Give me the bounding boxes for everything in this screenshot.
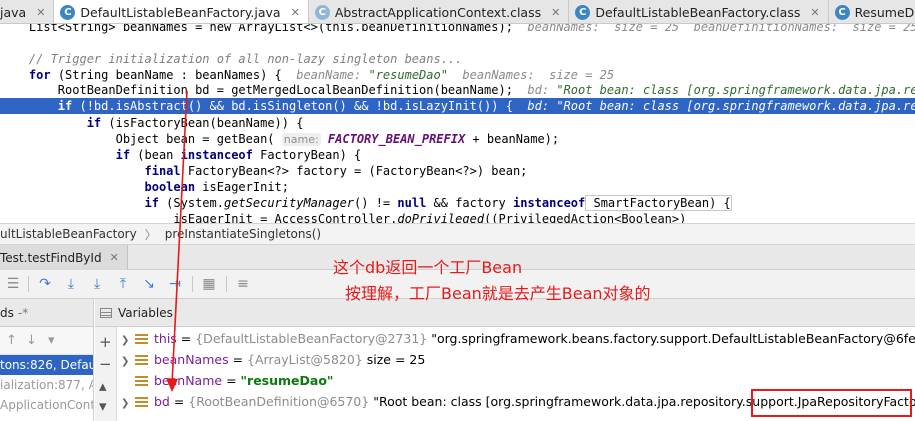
code-line: if (System.getSecurityManager() != null …	[144, 195, 732, 211]
frames-header[interactable]: ds -*	[0, 299, 93, 327]
up-arrow-icon[interactable]: ▴	[99, 377, 107, 395]
evaluate-expression-icon[interactable]: ▦	[200, 275, 218, 293]
run-to-cursor-icon[interactable]: ⇥	[166, 275, 184, 293]
close-icon[interactable]: ✕	[551, 6, 560, 19]
breadcrumb-method[interactable]: preInstantiateSingletons()	[165, 227, 321, 241]
variables-icon	[100, 307, 112, 318]
tab-label: AbstractApplicationContext.class	[334, 4, 542, 20]
tab-java-partial[interactable]: java ✕	[0, 0, 55, 23]
tab-label: ResumeDaoTest.java	[854, 4, 915, 20]
filter-icon[interactable]: ▾	[48, 333, 55, 348]
code-line: final FactoryBean<?> factory = (FactoryB…	[144, 164, 528, 178]
code-line: List<String> beanNames = new ArrayList<>…	[28, 24, 915, 34]
variable-row-bd[interactable]: ❯ bd = {RootBeanDefinition@6570} "Root be…	[117, 391, 915, 413]
debug-session-tab[interactable]: Test.testFindById ✕	[0, 245, 128, 270]
code-line: RootBeanDefinition bd = getMergedLocalBe…	[57, 83, 915, 97]
tab-default-listable-bean-factory-class[interactable]: C DefaultListableBeanFactory.class ✕	[569, 0, 829, 23]
close-icon[interactable]: ✕	[291, 6, 300, 19]
remove-watch-icon[interactable]: −	[99, 355, 112, 373]
class-icon: C	[60, 4, 76, 20]
editor-tab-bar: java ✕ C DefaultListableBeanFactory.java…	[0, 0, 915, 24]
close-icon[interactable]: ✕	[36, 6, 45, 19]
tab-label: DefaultListableBeanFactory.class	[595, 4, 801, 20]
step-over-icon[interactable]: ↷	[36, 275, 54, 293]
code-editor[interactable]: List<String> beanNames = new ArrayList<>…	[0, 24, 915, 223]
frames-toolbar: ↑ ↓ ▾	[0, 327, 93, 355]
frame-row[interactable]: tons:826, Default	[0, 355, 93, 375]
drop-frame-icon[interactable]: ↘	[140, 275, 158, 293]
down-arrow-icon[interactable]: ▾	[99, 397, 107, 415]
code-line: if (bean instanceof FactoryBean) {	[115, 148, 362, 162]
frames-header-label: ds	[0, 305, 14, 320]
variables-side-toolbar: + − ▴ ▾	[95, 327, 117, 421]
field-icon	[135, 375, 148, 387]
abstract-class-icon: C	[314, 4, 330, 20]
variables-panel: Variables + − ▴ ▾ ❯ this = {DefaultListab…	[95, 299, 915, 421]
close-icon[interactable]: ✕	[810, 6, 819, 19]
tab-label: java	[0, 4, 27, 20]
down-arrow-icon[interactable]: ↓	[26, 333, 37, 348]
variables-header-label: Variables	[118, 305, 173, 320]
frame-row[interactable]: ApplicationCont	[0, 395, 93, 415]
code-line: isEagerInit = AccessController.doPrivile…	[173, 212, 687, 223]
code-line: // Trigger initialization of all non-laz…	[28, 52, 463, 66]
tab-default-listable-bean-factory-java[interactable]: C DefaultListableBeanFactory.java ✕	[54, 0, 309, 23]
toolbar-separator	[192, 276, 193, 292]
frame-row[interactable]: ialization:877, Al	[0, 375, 93, 395]
breadcrumb: ultListableBeanFactory 〉 preInstantiateS…	[0, 223, 915, 245]
toolbar-separator	[28, 276, 29, 292]
tab-label: DefaultListableBeanFactory.java	[80, 4, 281, 20]
field-icon	[135, 396, 148, 408]
tab-abstract-application-context-class[interactable]: C AbstractApplicationContext.class ✕	[309, 0, 570, 23]
code-line: Object bean = getBean( name: FACTORY_BEA…	[115, 132, 560, 146]
code-line: boolean isEagerInit;	[144, 180, 290, 194]
code-line: if (isFactoryBean(beanName)) {	[86, 116, 304, 130]
debug-session-label: Test.testFindById	[0, 250, 102, 265]
annotation-text-2: 按理解，工厂Bean就是去产生Bean对象的	[345, 284, 651, 303]
pin-icon[interactable]: -*	[18, 306, 28, 320]
toolbar-separator	[226, 276, 227, 292]
class-icon: C	[575, 4, 591, 20]
code-line: for (String beanName : beanNames) { bean…	[28, 68, 615, 82]
current-execution-line: if (!bd.isAbstract() && bd.isSingleton()…	[0, 98, 915, 115]
menu-lines-icon[interactable]: ☰	[4, 275, 22, 293]
settings-lines-icon[interactable]: ≡	[234, 275, 252, 293]
tab-resume-dao-test-java[interactable]: C ResumeDaoTest.java ✕	[829, 0, 915, 23]
variable-row-beanname[interactable]: beanName = "resumeDao"	[117, 370, 915, 392]
add-watch-icon[interactable]: +	[99, 333, 112, 351]
step-out-icon[interactable]: ⤒	[114, 275, 132, 293]
chevron-right-icon: 〉	[144, 227, 157, 242]
class-icon: C	[834, 4, 850, 20]
field-icon	[135, 333, 148, 345]
close-icon[interactable]: ✕	[110, 251, 119, 264]
parameter-hint: name:	[281, 133, 321, 146]
field-icon	[135, 354, 148, 366]
annotation-text-1: 这个db返回一个工厂Bean	[333, 258, 523, 277]
up-arrow-icon[interactable]: ↑	[6, 333, 17, 348]
step-into-icon[interactable]: ⤓	[62, 275, 80, 293]
expand-arrow-icon[interactable]: ❯	[121, 393, 135, 415]
variable-row-this[interactable]: ❯ this = {DefaultListableBeanFactory@2731…	[117, 328, 915, 350]
breadcrumb-class[interactable]: ultListableBeanFactory	[0, 227, 137, 241]
frames-panel: ds -* ↑ ↓ ▾ tons:826, Default ialization…	[0, 299, 94, 421]
variable-row-beannames[interactable]: ❯ beanNames = {ArrayList@5820} size = 25	[117, 349, 915, 371]
force-step-into-icon[interactable]: ⤓	[88, 275, 106, 293]
